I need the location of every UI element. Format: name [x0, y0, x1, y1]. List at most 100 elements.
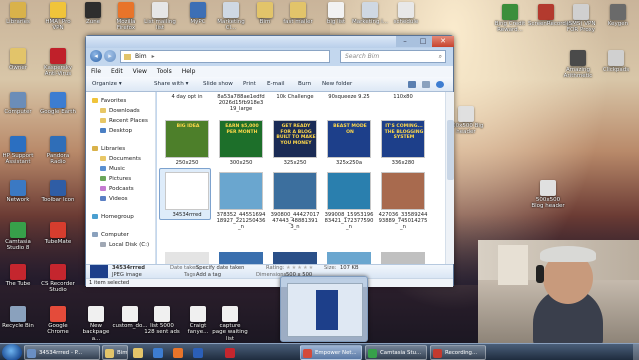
nav-music[interactable]: Music	[100, 166, 125, 172]
word-pin[interactable]	[190, 345, 206, 360]
row1-thumbnail-1[interactable]: EARN $5,000 PER MONTH	[219, 120, 263, 158]
help-icon[interactable]	[436, 81, 444, 88]
desktop-icon-2[interactable]: Zune	[75, 2, 111, 25]
desktop-icon-4[interactable]: List mailing list	[142, 2, 178, 32]
row1-caption-0[interactable]: 250x250	[161, 160, 213, 166]
row1-caption-3[interactable]: 325x250a	[323, 160, 375, 166]
desktop-icon-15[interactable]: Google Earth	[40, 92, 76, 115]
desktop-icon-25[interactable]: Google Chrome	[40, 306, 76, 336]
desktop-icon-7[interactable]: Bim	[247, 2, 283, 25]
taskbar-item-2[interactable]: Empower Net...	[300, 345, 362, 360]
file-caption-top-4[interactable]: 110x80	[377, 94, 429, 100]
row1-thumbnail-2[interactable]: GET READY FOR A BLOG BUILT TO MAKE YOU M…	[273, 120, 317, 158]
desktop-icon-10[interactable]: Marketing i...	[352, 2, 388, 25]
nav-downloads[interactable]: Downloads	[100, 108, 140, 114]
nav-computer[interactable]: Computer	[92, 232, 129, 238]
command-4[interactable]: E-mail	[267, 77, 285, 92]
taskbar-preview[interactable]	[280, 276, 368, 342]
desktop-icon-23[interactable]: CS Recorder Studio	[40, 264, 76, 294]
row3-thumbnail-1[interactable]	[219, 252, 263, 264]
desktop-icon-17[interactable]: Pandora Radio	[40, 136, 76, 166]
desktop-icon-24[interactable]: Recycle Bin	[0, 306, 36, 329]
row3-thumbnail-0[interactable]	[165, 252, 209, 264]
desktop-icon-0[interactable]: Libraries	[0, 2, 36, 25]
desktop-icon-16[interactable]: HP Support Assistant	[0, 136, 36, 166]
forward-button[interactable]: ▸	[104, 50, 116, 62]
row2-caption-3[interactable]: 399008_15953196 83421_172377590 _n	[323, 212, 375, 231]
close-button[interactable]: ✕	[432, 36, 454, 47]
desktop-icon-9[interactable]: big list	[318, 2, 354, 25]
desktop-icon-29[interactable]: Craigt fanye...	[180, 306, 216, 336]
right-desktop-icon-4[interactable]: Amazing Arithmetic	[560, 50, 596, 80]
desktop-icon-6[interactable]: Marketing Cl...	[213, 2, 249, 32]
view-options-icon[interactable]	[408, 81, 416, 88]
minimize-button[interactable]: –	[396, 36, 414, 47]
row2-caption-0[interactable]: 34534rrred	[161, 212, 213, 218]
desktop-icon-13[interactable]: Kaspersky Anti-Virus	[40, 48, 76, 78]
nav-desktop[interactable]: Desktop	[100, 128, 132, 134]
desktop-icon-5[interactable]: MyPC	[180, 2, 216, 25]
acrobat-pin[interactable]	[222, 345, 238, 360]
nav-podcasts[interactable]: Podcasts	[100, 186, 134, 192]
nav-local-disk[interactable]: Local Disk (C:)	[100, 242, 149, 248]
desktop-icon-26[interactable]: New backpage a...	[78, 306, 114, 342]
detail-date-value[interactable]: Specify date taken	[196, 265, 244, 272]
desktop-icon-12[interactable]: Owner	[0, 48, 36, 71]
breadcrumb[interactable]: Bim	[135, 53, 147, 60]
back-button[interactable]: ◂	[90, 50, 102, 62]
vertical-scrollbar[interactable]	[445, 92, 454, 264]
desktop-icon-28[interactable]: list 5000 128 sent ads	[144, 306, 180, 336]
taskbar-item-1[interactable]: Bim	[102, 345, 128, 360]
desktop-icon-8[interactable]: fast mailer	[280, 2, 316, 25]
desktop-icon-14[interactable]: Computer	[0, 92, 36, 115]
nav-pictures[interactable]: Pictures	[100, 176, 131, 182]
file-caption-top-3[interactable]: 90squeeze 9.25	[323, 94, 375, 100]
desktop-icon-27[interactable]: custom_do...	[112, 306, 148, 329]
right-desktop-icon-7[interactable]: 500x500 Blog header	[530, 180, 566, 210]
row1-caption-2[interactable]: 325x250	[269, 160, 321, 166]
media-player-pin[interactable]	[170, 345, 186, 360]
rating-stars[interactable]: ★★★★★	[286, 265, 314, 272]
command-1[interactable]: Share with ▾	[154, 77, 188, 92]
row2-caption-2[interactable]: 390800_44427017 47443_48881391 3_n	[269, 212, 321, 231]
row1-thumbnail-4[interactable]: IT'S COMING... THE BLOGGING SYSTEM	[381, 120, 425, 158]
search-icon[interactable]: ⌕	[439, 51, 442, 63]
search-input[interactable]: Search Bim ⌕	[340, 50, 446, 63]
desktop-icon-22[interactable]: The Tube	[0, 264, 36, 287]
menu-view[interactable]: View	[128, 66, 152, 77]
window-titlebar[interactable]: – □ ✕	[86, 36, 454, 48]
address-bar[interactable]: Bim ▸	[120, 50, 330, 63]
nav-documents[interactable]: Documents	[100, 156, 141, 162]
row3-thumbnail-2[interactable]	[273, 252, 317, 264]
row2-thumbnail-3[interactable]	[327, 172, 371, 210]
right-desktop-icon-0[interactable]: Bing Credit Reward...	[492, 4, 528, 34]
ie-pin[interactable]	[150, 345, 166, 360]
right-desktop-icon-1[interactable]: ScreenRecorder	[528, 4, 572, 27]
file-list[interactable]: 4 day opt in 8a53a788ae1edfd 2026d15fb918…	[157, 92, 445, 264]
row2-thumbnail-2[interactable]	[273, 172, 317, 210]
taskbar-item-0[interactable]: 34534rrred - P...	[24, 345, 100, 360]
nav-videos[interactable]: Videos	[100, 196, 128, 202]
row2-thumbnail-0[interactable]	[165, 172, 209, 210]
row2-thumbnail-4[interactable]	[381, 172, 425, 210]
show-desktop-button[interactable]	[633, 344, 639, 360]
nav-favorites[interactable]: Favorites	[92, 98, 126, 104]
menu-help[interactable]: Help	[177, 66, 201, 77]
row1-thumbnail-0[interactable]: BIG IDEA	[165, 120, 209, 158]
desktop-icon-3[interactable]: Mozilla Firefox	[108, 2, 144, 32]
command-3[interactable]: Print	[243, 77, 256, 92]
nav-homegroup[interactable]: Homegroup	[92, 214, 134, 220]
desktop-icon-20[interactable]: Camtasia Studio 8	[0, 222, 36, 252]
maximize-button[interactable]: □	[414, 36, 432, 47]
preview-pane-icon[interactable]	[422, 81, 430, 88]
desktop-icon-30[interactable]: capture page waiting list	[212, 306, 248, 342]
desktop-icon-11[interactable]: schedule	[388, 2, 424, 25]
row2-caption-1[interactable]: 378352_44551694 18927_221250436 _n	[215, 212, 267, 231]
windows-explorer-pin[interactable]	[130, 345, 146, 360]
right-desktop-icon-5[interactable]: Clickpads	[598, 50, 634, 73]
command-5[interactable]: Burn	[298, 77, 311, 92]
command-6[interactable]: New folder	[322, 77, 352, 92]
file-caption-top-1[interactable]: 8a53a788ae1edfd 2026d15fb918e3 19_large	[215, 94, 267, 113]
row1-caption-4[interactable]: 336x280	[377, 160, 429, 166]
command-0[interactable]: Organize ▾	[92, 77, 122, 92]
